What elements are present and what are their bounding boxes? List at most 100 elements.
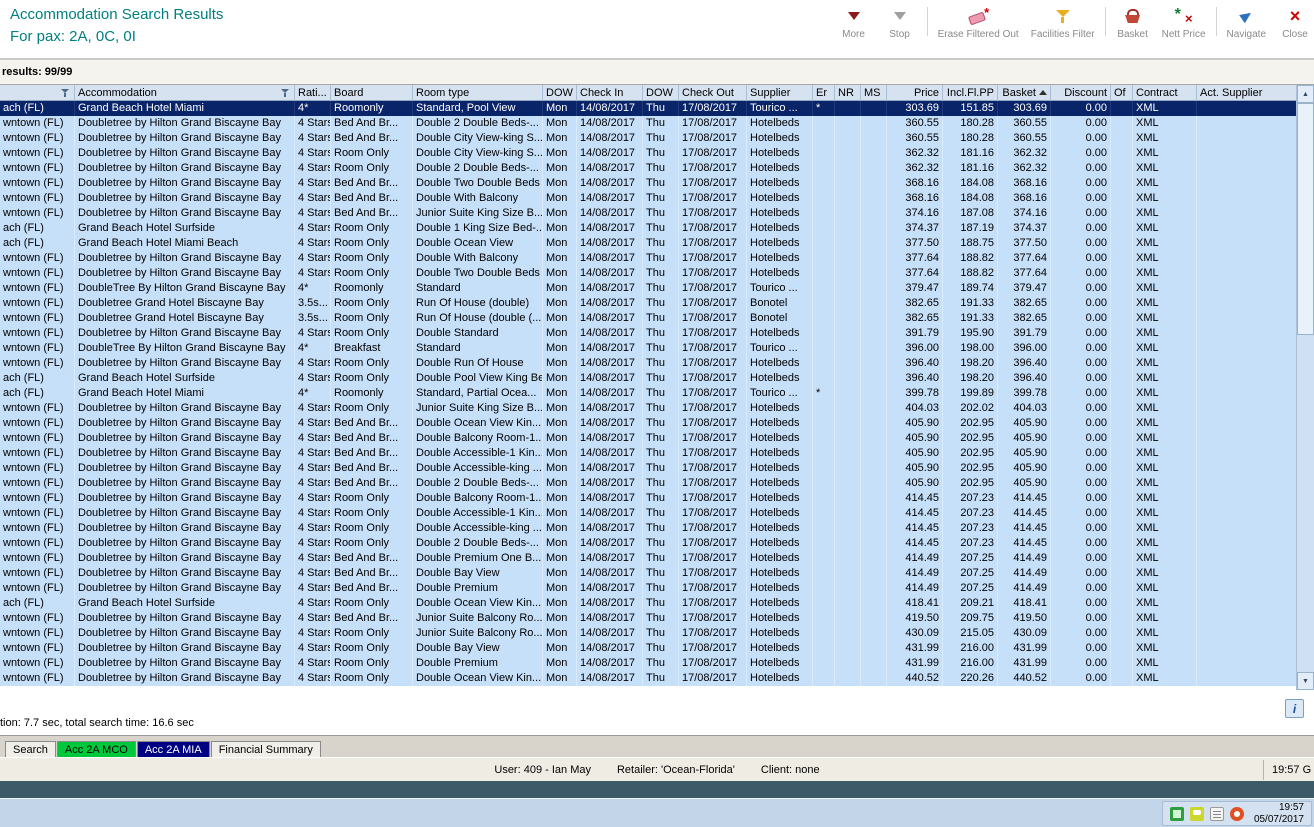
column-header-nr[interactable]: NR bbox=[835, 85, 861, 101]
table-row[interactable]: wntown (FL) Doubletree by Hilton Grand Bi… bbox=[0, 176, 1314, 191]
cell-contract: XML bbox=[1133, 341, 1197, 356]
table-row[interactable]: ach (FL) Grand Beach Hotel Surfside 4 Star… bbox=[0, 371, 1314, 386]
filter-icon[interactable] bbox=[61, 88, 71, 98]
tab-search[interactable]: Search bbox=[5, 741, 56, 758]
column-header-act_supplier[interactable]: Act. Supplier bbox=[1197, 85, 1297, 101]
table-row[interactable]: wntown (FL) Doubletree by Hilton Grand Bi… bbox=[0, 191, 1314, 206]
cell-er: * bbox=[813, 101, 835, 116]
stop-button[interactable]: Stop bbox=[877, 3, 923, 40]
cell-location: wntown (FL) bbox=[0, 206, 75, 221]
tray-document-icon[interactable] bbox=[1209, 806, 1224, 821]
column-header-discount[interactable]: Discount bbox=[1051, 85, 1111, 101]
table-row[interactable]: wntown (FL) Doubletree by Hilton Grand Bi… bbox=[0, 536, 1314, 551]
facilities-filter-button[interactable]: Facilities Filter bbox=[1025, 3, 1101, 40]
table-row[interactable]: wntown (FL) Doubletree by Hilton Grand Bi… bbox=[0, 656, 1314, 671]
column-header-rating[interactable]: Rati... bbox=[295, 85, 331, 101]
table-row[interactable]: wntown (FL) Doubletree by Hilton Grand Bi… bbox=[0, 446, 1314, 461]
table-row[interactable]: wntown (FL) Doubletree by Hilton Grand Bi… bbox=[0, 266, 1314, 281]
table-row[interactable]: wntown (FL) Doubletree by Hilton Grand Bi… bbox=[0, 116, 1314, 131]
table-row[interactable]: wntown (FL) Doubletree Grand Hotel Biscay… bbox=[0, 311, 1314, 326]
table-row[interactable]: wntown (FL) Doubletree by Hilton Grand Bi… bbox=[0, 416, 1314, 431]
column-header-room_type[interactable]: Room type bbox=[413, 85, 543, 101]
table-row[interactable]: ach (FL) Grand Beach Hotel Surfside 4 Star… bbox=[0, 596, 1314, 611]
table-row[interactable]: wntown (FL) Doubletree by Hilton Grand Bi… bbox=[0, 611, 1314, 626]
column-header-basket[interactable]: Basket bbox=[998, 85, 1051, 101]
column-header-ms[interactable]: MS bbox=[861, 85, 887, 101]
cell-dow_out: Thu bbox=[643, 341, 679, 356]
tray-chat-icon[interactable] bbox=[1189, 806, 1204, 821]
cell-board: Bed And Br... bbox=[331, 566, 413, 581]
vertical-scrollbar[interactable] bbox=[1296, 85, 1314, 690]
column-header-of[interactable]: Of bbox=[1111, 85, 1133, 101]
column-header-check_in[interactable]: Check In bbox=[577, 85, 643, 101]
table-row[interactable]: wntown (FL) Doubletree by Hilton Grand Bi… bbox=[0, 506, 1314, 521]
column-header-incl_fl_pp[interactable]: Incl.Fl.PP bbox=[943, 85, 998, 101]
table-row[interactable]: wntown (FL) Doubletree Grand Hotel Biscay… bbox=[0, 296, 1314, 311]
cell-supplier: Hotelbeds bbox=[747, 371, 813, 386]
tab-acc-2a-mco[interactable]: Acc 2A MCO bbox=[56, 741, 136, 758]
column-header-board[interactable]: Board bbox=[331, 85, 413, 101]
column-header-dow_out[interactable]: DOW bbox=[643, 85, 679, 101]
tray-app-icon[interactable] bbox=[1229, 806, 1244, 821]
erase-filtered-out-button[interactable]: Erase Filtered Out bbox=[932, 3, 1025, 40]
cell-of bbox=[1111, 491, 1133, 506]
table-row[interactable]: wntown (FL) DoubleTree By Hilton Grand Bi… bbox=[0, 341, 1314, 356]
table-row[interactable]: wntown (FL) Doubletree by Hilton Grand Bi… bbox=[0, 401, 1314, 416]
tab-acc-2a-mia[interactable]: Acc 2A MIA bbox=[136, 741, 210, 758]
table-row[interactable]: wntown (FL) Doubletree by Hilton Grand Bi… bbox=[0, 566, 1314, 581]
cell-rating: 4 Stars bbox=[295, 176, 331, 191]
table-row[interactable]: wntown (FL) Doubletree by Hilton Grand Bi… bbox=[0, 521, 1314, 536]
scroll-up-button[interactable] bbox=[1297, 85, 1314, 103]
tab-financial-summary[interactable]: Financial Summary bbox=[210, 741, 321, 758]
column-header-dow_in[interactable]: DOW bbox=[543, 85, 577, 101]
column-header-location[interactable] bbox=[0, 85, 75, 101]
table-row[interactable]: wntown (FL) DoubleTree By Hilton Grand Bi… bbox=[0, 281, 1314, 296]
scrollbar-track[interactable] bbox=[1297, 103, 1314, 672]
nett-price-button[interactable]: Nett Price bbox=[1156, 3, 1212, 40]
table-row[interactable]: wntown (FL) Doubletree by Hilton Grand Bi… bbox=[0, 206, 1314, 221]
table-row[interactable]: wntown (FL) Doubletree by Hilton Grand Bi… bbox=[0, 551, 1314, 566]
table-row[interactable]: ach (FL) Grand Beach Hotel Miami 4* Roomonl… bbox=[0, 386, 1314, 401]
table-row[interactable]: wntown (FL) Doubletree by Hilton Grand Bi… bbox=[0, 431, 1314, 446]
table-row[interactable]: wntown (FL) Doubletree by Hilton Grand Bi… bbox=[0, 491, 1314, 506]
table-row[interactable]: wntown (FL) Doubletree by Hilton Grand Bi… bbox=[0, 581, 1314, 596]
tray-network-icon[interactable] bbox=[1169, 806, 1184, 821]
table-row[interactable]: ach (FL) Grand Beach Hotel Miami Beach 4 S… bbox=[0, 236, 1314, 251]
column-header-accommodation[interactable]: Accommodation bbox=[75, 85, 295, 101]
more-button[interactable]: More bbox=[831, 3, 877, 40]
cell-incl_fl_pp: 184.08 bbox=[943, 176, 998, 191]
column-header-contract[interactable]: Contract bbox=[1133, 85, 1197, 101]
table-row[interactable]: wntown (FL) Doubletree by Hilton Grand Bi… bbox=[0, 626, 1314, 641]
scroll-down-button[interactable] bbox=[1297, 672, 1314, 690]
scrollbar-thumb[interactable] bbox=[1297, 103, 1314, 335]
column-header-supplier[interactable]: Supplier bbox=[747, 85, 813, 101]
close-button[interactable]: Close bbox=[1272, 3, 1314, 40]
table-row[interactable]: wntown (FL) Doubletree by Hilton Grand Bi… bbox=[0, 356, 1314, 371]
cell-price: 303.69 bbox=[887, 101, 943, 116]
navigate-button[interactable]: Navigate bbox=[1221, 3, 1272, 40]
cell-accommodation: Doubletree by Hilton Grand Biscayne Bay bbox=[75, 446, 295, 461]
cell-check_in: 14/08/2017 bbox=[577, 326, 643, 341]
table-row[interactable]: ach (FL) Grand Beach Hotel Miami 4* Roomonl… bbox=[0, 101, 1314, 116]
cell-rating: 4 Stars bbox=[295, 626, 331, 641]
table-row[interactable]: ach (FL) Grand Beach Hotel Surfside 4 Star… bbox=[0, 221, 1314, 236]
cell-dow_in: Mon bbox=[543, 401, 577, 416]
column-header-check_out[interactable]: Check Out bbox=[679, 85, 747, 101]
table-row[interactable]: wntown (FL) Doubletree by Hilton Grand Bi… bbox=[0, 461, 1314, 476]
table-row[interactable]: wntown (FL) Doubletree by Hilton Grand Bi… bbox=[0, 146, 1314, 161]
filter-icon[interactable] bbox=[281, 88, 291, 98]
info-button[interactable] bbox=[1285, 699, 1304, 718]
table-row[interactable]: wntown (FL) Doubletree by Hilton Grand Bi… bbox=[0, 476, 1314, 491]
column-header-label: Act. Supplier bbox=[1200, 86, 1263, 99]
table-row[interactable]: wntown (FL) Doubletree by Hilton Grand Bi… bbox=[0, 251, 1314, 266]
column-header-price[interactable]: Price bbox=[887, 85, 943, 101]
table-row[interactable]: wntown (FL) Doubletree by Hilton Grand Bi… bbox=[0, 161, 1314, 176]
cell-nr bbox=[835, 146, 861, 161]
cell-board: Bed And Br... bbox=[331, 476, 413, 491]
table-row[interactable]: wntown (FL) Doubletree by Hilton Grand Bi… bbox=[0, 671, 1314, 686]
column-header-er[interactable]: Er bbox=[813, 85, 835, 101]
table-row[interactable]: wntown (FL) Doubletree by Hilton Grand Bi… bbox=[0, 641, 1314, 656]
basket-button[interactable]: Basket bbox=[1110, 3, 1156, 40]
table-row[interactable]: wntown (FL) Doubletree by Hilton Grand Bi… bbox=[0, 131, 1314, 146]
table-row[interactable]: wntown (FL) Doubletree by Hilton Grand Bi… bbox=[0, 326, 1314, 341]
